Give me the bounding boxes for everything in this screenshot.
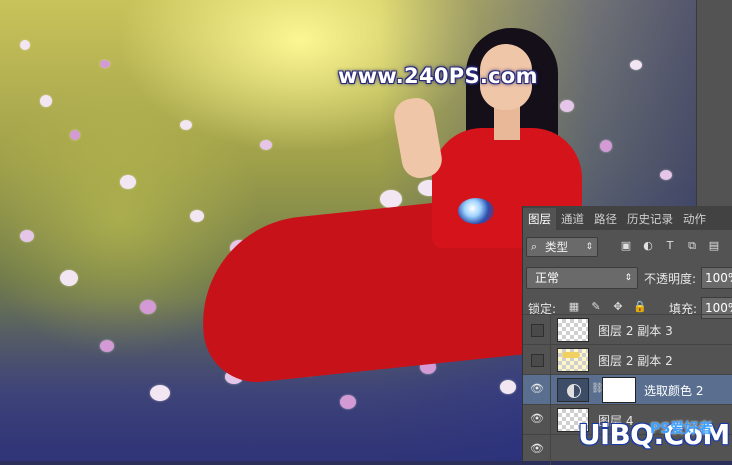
watermark-240ps: www.240PS.com xyxy=(338,64,538,88)
flower xyxy=(600,140,612,152)
flower xyxy=(20,40,30,50)
layer-thumbnail xyxy=(557,318,589,342)
tab-paths[interactable]: 路径 xyxy=(589,208,622,230)
flower xyxy=(380,190,402,208)
flower xyxy=(70,130,80,140)
flower xyxy=(20,230,34,242)
flower xyxy=(140,300,156,314)
type-filter-icon[interactable]: T xyxy=(663,239,677,253)
tab-channels[interactable]: 通道 xyxy=(556,208,589,230)
shape-filter-icon[interactable]: ⧉ xyxy=(685,239,699,253)
adjustment-layer-icon xyxy=(557,378,589,402)
layer-name[interactable]: 选取颜色 2 xyxy=(644,382,703,399)
kind-filter-select[interactable]: ⌕ 类型 ⇕ xyxy=(526,237,598,257)
layer-thumbnail xyxy=(557,348,589,372)
flower xyxy=(60,270,78,286)
watermark-psahz: PS爱好者 xyxy=(650,421,713,437)
lock-transparent-icon[interactable]: ▦ xyxy=(567,300,581,314)
flower xyxy=(500,380,516,394)
workspace-edge xyxy=(696,0,732,206)
divider xyxy=(550,405,551,435)
flower xyxy=(150,385,170,401)
tab-history[interactable]: 历史记录 xyxy=(622,208,678,230)
chevron-updown-icon: ⇕ xyxy=(585,242,593,252)
flower xyxy=(100,60,110,68)
image-filter-icon[interactable]: ▣ xyxy=(619,239,633,253)
blend-mode-select[interactable]: 正常 ⇕ xyxy=(526,267,638,289)
smart-object-filter-icon[interactable]: ▤ xyxy=(707,239,721,253)
visibility-toggle-off[interactable] xyxy=(531,354,544,367)
opacity-input[interactable]: 100% xyxy=(701,267,732,289)
flower xyxy=(630,60,642,70)
flower xyxy=(100,340,114,352)
blend-row: 正常 ⇕ 不透明度: 100% xyxy=(523,267,732,289)
layer-row[interactable]: 图层 2 副本 2 xyxy=(523,344,732,375)
layer-filter-row: ⌕ 类型 ⇕ ▣ ◐ T ⧉ ▤ xyxy=(523,235,732,257)
eye-icon[interactable]: 👁 xyxy=(530,383,544,395)
adjustment-filter-icon[interactable]: ◐ xyxy=(641,239,655,253)
flower xyxy=(660,170,672,180)
layer-name[interactable]: 图层 2 副本 3 xyxy=(598,322,673,339)
flower xyxy=(40,95,52,107)
layer-row-selected[interactable]: 👁 ⛓ 选取颜色 2 xyxy=(523,374,732,405)
jeweled-brooch xyxy=(458,198,494,224)
divider xyxy=(550,315,551,345)
layer-name[interactable]: 图层 2 副本 2 xyxy=(598,352,673,369)
layer-mask-thumbnail[interactable] xyxy=(603,378,635,402)
divider xyxy=(550,375,551,405)
half-circle-icon xyxy=(567,384,581,398)
lock-all-icon[interactable]: 🔒 xyxy=(633,300,647,314)
blend-mode-value: 正常 xyxy=(535,271,560,285)
divider xyxy=(550,345,551,375)
link-icon[interactable]: ⛓ xyxy=(591,383,604,394)
panel-tabs: 图层 通道 路径 历史记录 动作 xyxy=(523,206,732,230)
flower xyxy=(120,175,136,189)
kind-filter-label: 类型 xyxy=(545,240,568,254)
flower xyxy=(340,395,356,409)
search-icon: ⌕ xyxy=(531,240,538,253)
flower xyxy=(190,210,204,222)
eye-icon[interactable]: 👁 xyxy=(530,443,544,455)
eye-icon[interactable]: 👁 xyxy=(530,413,544,425)
layer-row[interactable]: 图层 2 副本 3 xyxy=(523,314,732,345)
tab-layers[interactable]: 图层 xyxy=(523,208,556,230)
lock-move-icon[interactable]: ✥ xyxy=(611,300,625,314)
flower xyxy=(180,120,192,130)
flower xyxy=(560,100,574,112)
tab-actions[interactable]: 动作 xyxy=(678,208,711,230)
chevron-updown-icon: ⇕ xyxy=(624,273,632,283)
opacity-label: 不透明度: xyxy=(644,272,697,286)
visibility-toggle-off[interactable] xyxy=(531,324,544,337)
lock-paint-icon[interactable]: ✎ xyxy=(589,300,603,314)
flower xyxy=(260,140,272,150)
